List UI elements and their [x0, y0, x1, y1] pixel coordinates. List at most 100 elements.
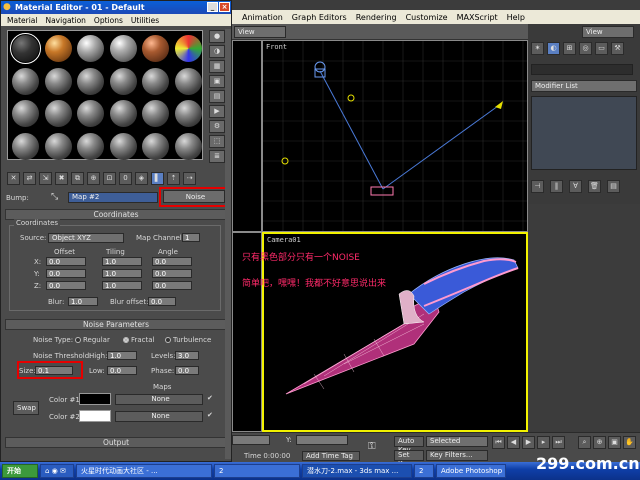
- noise-type-fractal[interactable]: Fractal: [123, 336, 155, 344]
- close-icon[interactable]: ×: [219, 2, 230, 12]
- sample-slot[interactable]: [12, 67, 39, 95]
- output-rollout-header[interactable]: Output: [5, 437, 227, 448]
- levels-field[interactable]: 3.0: [175, 351, 199, 360]
- radio-turbulence[interactable]: [165, 337, 171, 343]
- menu-help[interactable]: Help: [507, 13, 525, 22]
- goto-start-icon[interactable]: ⏮: [492, 436, 505, 449]
- make-unique-icon[interactable]: ⊕: [87, 171, 100, 185]
- menu-navigation[interactable]: Navigation: [45, 16, 85, 25]
- object-name-field[interactable]: [531, 64, 633, 75]
- tiling-x-field[interactable]: 1.0: [102, 257, 142, 266]
- noise-params-rollout-header[interactable]: Noise Parameters: [5, 319, 227, 330]
- menu-maxscript[interactable]: MAXScript: [457, 13, 498, 22]
- make-unique-icon[interactable]: ∀: [569, 180, 582, 193]
- sample-slot[interactable]: [44, 67, 72, 95]
- color2-map-checkbox[interactable]: ✔: [207, 411, 213, 419]
- swap-button[interactable]: Swap: [13, 401, 39, 415]
- key-icon[interactable]: ⚿: [368, 441, 376, 452]
- sample-slot[interactable]: [77, 100, 104, 127]
- taskbar-item-3dsmax[interactable]: 潜水刀-2.max - 3ds max ...: [302, 464, 412, 478]
- map-channel-spinner[interactable]: 1: [182, 233, 200, 242]
- prev-frame-icon[interactable]: ◀: [507, 436, 520, 449]
- material-navigator-icon[interactable]: ≣: [209, 150, 225, 163]
- show-end-result-icon[interactable]: ▌: [151, 171, 164, 185]
- color2-map-button[interactable]: None: [115, 411, 203, 422]
- sample-slot[interactable]: [12, 132, 39, 160]
- map-type-button[interactable]: Noise: [163, 190, 225, 203]
- angle-y-field[interactable]: 0.0: [152, 269, 192, 278]
- reset-map-icon[interactable]: ✖: [55, 171, 68, 185]
- material-effects-channel-icon[interactable]: 0: [119, 171, 132, 185]
- sample-type-icon[interactable]: ●: [209, 30, 225, 43]
- zoom-all-icon[interactable]: ⊕: [593, 436, 606, 449]
- selection-filter-dropdown[interactable]: Selected: [426, 436, 488, 447]
- uv-tiling-icon[interactable]: ▣: [209, 75, 225, 88]
- sample-slot[interactable]: [109, 132, 137, 160]
- sample-slot-2[interactable]: [44, 35, 72, 62]
- play-icon[interactable]: ▶: [522, 436, 535, 449]
- x-coordinate-field[interactable]: [232, 435, 270, 445]
- menu-material[interactable]: Material: [7, 16, 37, 25]
- sample-slot[interactable]: [174, 132, 202, 160]
- start-button[interactable]: 开始: [2, 464, 38, 478]
- modifier-list-dropdown[interactable]: Modifier List: [531, 80, 637, 92]
- create-tab-icon[interactable]: ✶: [531, 42, 544, 55]
- sample-slot-6[interactable]: [174, 35, 202, 62]
- sample-slot-3[interactable]: [77, 35, 104, 62]
- sample-slot-5[interactable]: [142, 35, 169, 62]
- sample-slot[interactable]: [142, 100, 169, 127]
- sample-slot-4[interactable]: [109, 35, 137, 62]
- sample-slot[interactable]: [142, 67, 169, 95]
- noise-type-turbulence[interactable]: Turbulence: [165, 336, 211, 344]
- size-field[interactable]: 0.1: [35, 366, 73, 375]
- backlight-icon[interactable]: ◑: [209, 45, 225, 58]
- low-field[interactable]: 0.0: [107, 366, 137, 375]
- noise-type-regular[interactable]: Regular: [75, 336, 110, 344]
- camera-viewport[interactable]: Camera01 只有黑色部分只有一个NOISE 简单吧，嘿嘿！我都不好意思说出…: [242, 232, 528, 432]
- sample-slot[interactable]: [77, 67, 104, 95]
- sample-slot[interactable]: [142, 132, 169, 160]
- go-to-parent-icon[interactable]: ⇡: [167, 171, 180, 185]
- show-map-in-viewport-icon[interactable]: ◈: [135, 171, 148, 185]
- taskbar-item-group[interactable]: 2: [414, 464, 434, 478]
- key-filters-button[interactable]: Key Filters...: [426, 450, 488, 461]
- phase-field[interactable]: 0.0: [175, 366, 199, 375]
- menu-animation[interactable]: Animation: [242, 13, 283, 22]
- taskbar-item-photoshop[interactable]: Adobe Photoshop: [436, 464, 506, 478]
- menu-customize[interactable]: Customize: [406, 13, 448, 22]
- eyedropper-icon[interactable]: ⤡: [51, 192, 58, 202]
- high-field[interactable]: 1.0: [107, 351, 137, 360]
- angle-z-field[interactable]: 0.0: [152, 281, 192, 290]
- put-to-scene-icon[interactable]: ⇄: [23, 171, 36, 185]
- menu-options[interactable]: Options: [94, 16, 123, 25]
- zoom-extents-icon[interactable]: ▣: [608, 436, 621, 449]
- configure-sets-icon[interactable]: ▤: [607, 180, 620, 193]
- goto-end-icon[interactable]: ⏭: [552, 436, 565, 449]
- color2-swatch[interactable]: [79, 410, 111, 422]
- quick-launch[interactable]: ⌂ ◉ ✉: [40, 464, 74, 478]
- taskbar-item-browser[interactable]: 火星时代动画大社区 - ...: [76, 464, 212, 478]
- blur-offset-field[interactable]: 0.0: [148, 297, 176, 306]
- set-key-button[interactable]: Set Key: [394, 450, 424, 468]
- radio-regular[interactable]: [75, 337, 81, 343]
- sample-slot[interactable]: [174, 100, 202, 127]
- pan-icon[interactable]: ✋: [623, 436, 636, 449]
- display-tab-icon[interactable]: ▭: [595, 42, 608, 55]
- pin-stack-icon[interactable]: ⊣: [531, 180, 544, 193]
- view-dropdown-right[interactable]: View: [582, 26, 634, 38]
- tiling-z-field[interactable]: 1.0: [102, 281, 142, 290]
- menu-rendering[interactable]: Rendering: [356, 13, 397, 22]
- background-icon[interactable]: ▦: [209, 60, 225, 73]
- put-to-library-icon[interactable]: ⊡: [103, 171, 116, 185]
- sample-slot[interactable]: [109, 100, 137, 127]
- offset-x-field[interactable]: 0.0: [46, 257, 86, 266]
- y-coordinate-field[interactable]: [296, 435, 348, 445]
- color1-map-button[interactable]: None: [115, 394, 203, 405]
- remove-modifier-icon[interactable]: 🗑: [588, 180, 601, 193]
- sample-slot[interactable]: [12, 100, 39, 127]
- sample-slot[interactable]: [174, 67, 202, 95]
- go-forward-to-sibling-icon[interactable]: ⇢: [183, 171, 196, 185]
- menu-utilities[interactable]: Utilities: [131, 16, 159, 25]
- taskbar-item-folder[interactable]: 2: [214, 464, 300, 478]
- map-name-field[interactable]: Map #2: [68, 192, 158, 203]
